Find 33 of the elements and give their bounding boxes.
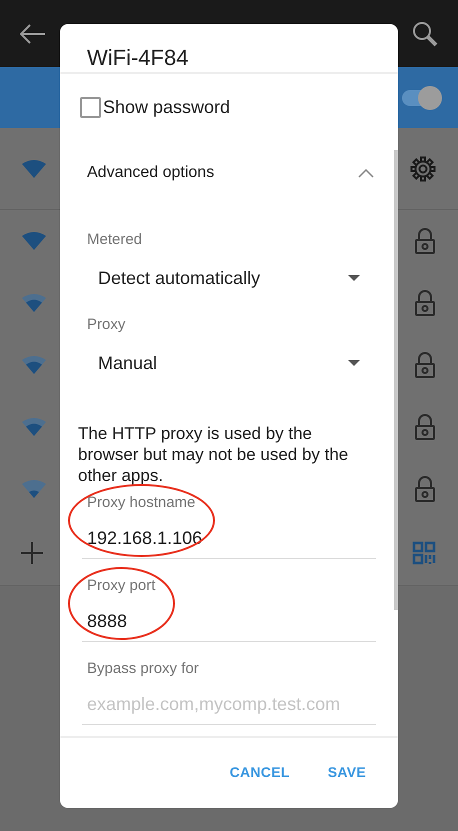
proxy-note: The HTTP proxy is used by the browser but may not be used by the other apps. xyxy=(77,423,350,486)
dropdown-arrow-icon xyxy=(348,360,360,366)
search-icon[interactable] xyxy=(412,20,438,46)
dialog-title: WiFi-4F84 xyxy=(87,46,190,70)
lock-icon xyxy=(414,414,436,440)
wifi-signal-icon xyxy=(21,417,47,437)
lock-icon xyxy=(414,228,436,254)
wifi-signal-icon xyxy=(21,479,47,499)
dropdown-arrow-icon xyxy=(348,275,360,281)
lock-icon xyxy=(414,290,436,316)
checkbox-label: Show password xyxy=(103,96,230,119)
text-input[interactable]: example.com,mycomp.test.com xyxy=(82,684,376,724)
back-arrow-icon[interactable] xyxy=(20,24,46,44)
field-label: Bypass proxy for xyxy=(87,660,199,678)
plus-icon[interactable] xyxy=(21,542,43,564)
field-label: Proxy xyxy=(87,316,126,334)
dropdown[interactable]: Detect automatically xyxy=(87,249,360,307)
wifi-signal-icon xyxy=(21,355,47,375)
wifi-signal-icon xyxy=(21,158,47,178)
field-label: Proxy port xyxy=(87,577,156,595)
qr-code-icon[interactable] xyxy=(412,540,436,564)
dropdown[interactable]: Manual xyxy=(87,334,360,392)
wifi-signal-icon xyxy=(21,293,47,313)
settings-icon[interactable] xyxy=(410,156,436,182)
checkbox[interactable] xyxy=(80,96,101,118)
text-input[interactable]: 8888 xyxy=(82,601,376,641)
field-label: Metered xyxy=(87,231,144,249)
advanced-options-toggle[interactable]: Advanced options xyxy=(60,157,398,189)
text-input[interactable]: 192.168.1.106 xyxy=(82,518,376,558)
wifi-signal-icon xyxy=(21,231,47,251)
field-label: Proxy hostname xyxy=(87,494,196,512)
lock-icon xyxy=(414,476,436,502)
lock-icon xyxy=(414,352,436,378)
